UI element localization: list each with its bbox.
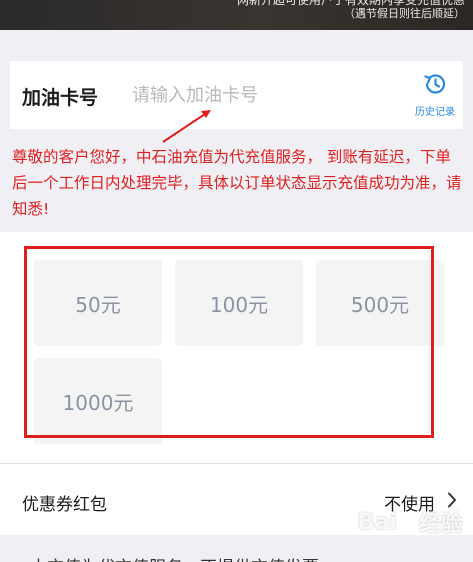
watermark-logo: Bai 经验	[357, 509, 463, 538]
history-clock-icon	[422, 71, 448, 101]
footer-text: 本充值为代充值服务，不提供充值发票	[30, 553, 319, 562]
card-number-input[interactable]	[132, 81, 382, 109]
banner-subtext: （遇节假日则往后顺延）	[344, 7, 465, 20]
coupon-label: 优惠券红包	[22, 495, 107, 515]
history-label: 历史记录	[415, 107, 455, 118]
footer-notice: 本充值为代充值服务，不提供充值发票	[0, 535, 473, 562]
notice-text: 尊敬的客户您好，中石油充值为代充值服务， 到账有延迟，下单后一个工作日内处理完毕…	[12, 148, 462, 218]
amount-option-50[interactable]: 50元	[34, 260, 162, 346]
top-banner: 网新开超可使用户于有效期内享受充值优惠 （遇节假日则往后顺延）	[0, 0, 473, 30]
history-button[interactable]: 历史记录	[413, 71, 457, 119]
card-number-label: 加油卡号	[22, 87, 99, 109]
amount-option-1000[interactable]: 1000元	[34, 358, 162, 444]
amount-option-500[interactable]: 500元	[316, 260, 444, 346]
card-number-row: 加油卡号 历史记录	[10, 61, 463, 129]
amount-option-100[interactable]: 100元	[175, 260, 303, 346]
